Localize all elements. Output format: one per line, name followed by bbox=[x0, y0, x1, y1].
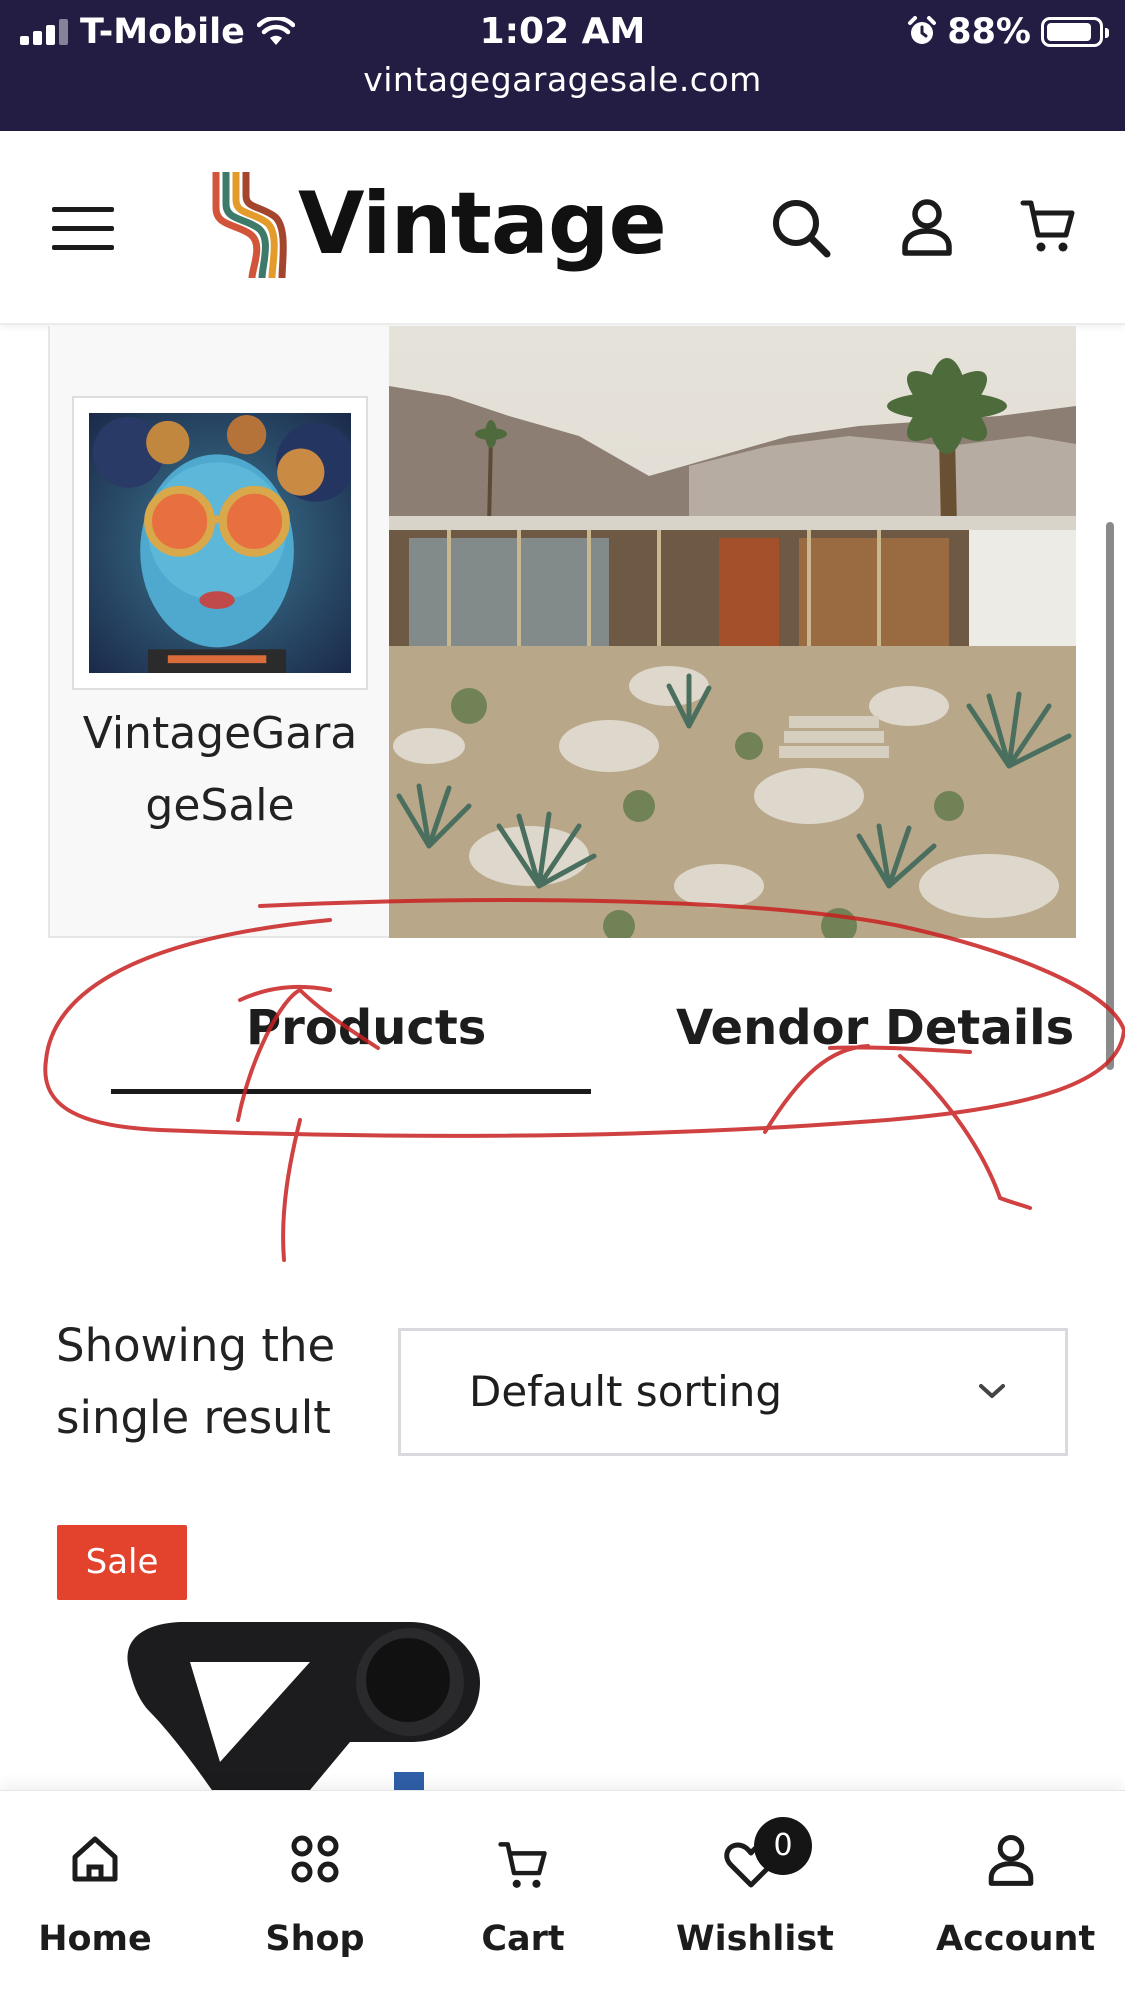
user-icon[interactable] bbox=[900, 197, 954, 257]
vendor-banner-image bbox=[389, 326, 1076, 938]
result-count-line1: Showing the bbox=[56, 1319, 336, 1372]
vendor-name-line1: VintageGara bbox=[82, 708, 358, 759]
nav-account[interactable]: Account bbox=[936, 1791, 1096, 2002]
vendor-name: VintageGara geSale bbox=[60, 698, 380, 842]
nav-cart-label: Cart bbox=[481, 1919, 565, 1959]
vendor-name-line2: geSale bbox=[145, 780, 295, 831]
nav-wishlist[interactable]: 0 Wishlist bbox=[676, 1791, 834, 2002]
active-tab-indicator bbox=[111, 1089, 591, 1094]
user-icon bbox=[988, 1835, 1034, 1886]
nav-home-label: Home bbox=[38, 1919, 152, 1959]
battery-status: 88% bbox=[907, 8, 1109, 56]
vendor-tabs: Products Vendor Details bbox=[0, 970, 1125, 1100]
browser-status-bar: T-Mobile 1:02 AM 88% vintagegaragesale.c… bbox=[0, 0, 1125, 131]
product-image[interactable] bbox=[110, 1612, 490, 1802]
alarm-icon bbox=[908, 16, 937, 44]
search-icon[interactable] bbox=[770, 197, 832, 259]
sale-badge: Sale bbox=[57, 1525, 187, 1600]
scrollbar[interactable] bbox=[1106, 522, 1114, 1070]
tab-products[interactable]: Products bbox=[246, 1000, 486, 1056]
vendor-card: VintageGara geSale bbox=[48, 326, 1076, 938]
site-header: Vintage bbox=[0, 131, 1125, 325]
vendor-avatar[interactable] bbox=[89, 413, 355, 673]
home-icon bbox=[72, 1836, 118, 1882]
battery-percent: 88% bbox=[947, 12, 1031, 52]
site-logo[interactable]: Vintage bbox=[210, 169, 667, 279]
logo-text: Vintage bbox=[298, 174, 667, 274]
nav-shop-label: Shop bbox=[265, 1919, 365, 1959]
nav-wishlist-label: Wishlist bbox=[676, 1919, 834, 1959]
sorting-select[interactable]: Default sorting bbox=[398, 1328, 1068, 1456]
tab-vendor-details[interactable]: Vendor Details bbox=[676, 1000, 1074, 1056]
nav-shop[interactable]: Shop bbox=[240, 1791, 390, 2002]
result-count-line2: single result bbox=[56, 1391, 331, 1444]
nav-cart[interactable]: Cart bbox=[448, 1791, 598, 2002]
vendor-avatar-frame bbox=[72, 396, 368, 690]
address-bar-url[interactable]: vintagegaragesale.com bbox=[0, 60, 1125, 99]
cart-icon[interactable] bbox=[1020, 197, 1076, 255]
sorting-selected-value: Default sorting bbox=[469, 1367, 783, 1416]
menu-icon[interactable] bbox=[52, 207, 114, 251]
nav-account-label: Account bbox=[936, 1919, 1096, 1959]
wishlist-count-badge: 0 bbox=[754, 1817, 812, 1875]
logo-stripes-icon bbox=[212, 172, 287, 279]
grid-icon bbox=[291, 1835, 339, 1883]
result-count: Showing the single result bbox=[56, 1310, 346, 1454]
chevron-down-icon bbox=[979, 1384, 1005, 1398]
bottom-navigation: Home Shop Cart 0 Wishlist Account bbox=[0, 1790, 1125, 2002]
cart-icon bbox=[498, 1842, 547, 1888]
battery-icon bbox=[1041, 17, 1109, 47]
nav-home[interactable]: Home bbox=[20, 1791, 170, 2002]
